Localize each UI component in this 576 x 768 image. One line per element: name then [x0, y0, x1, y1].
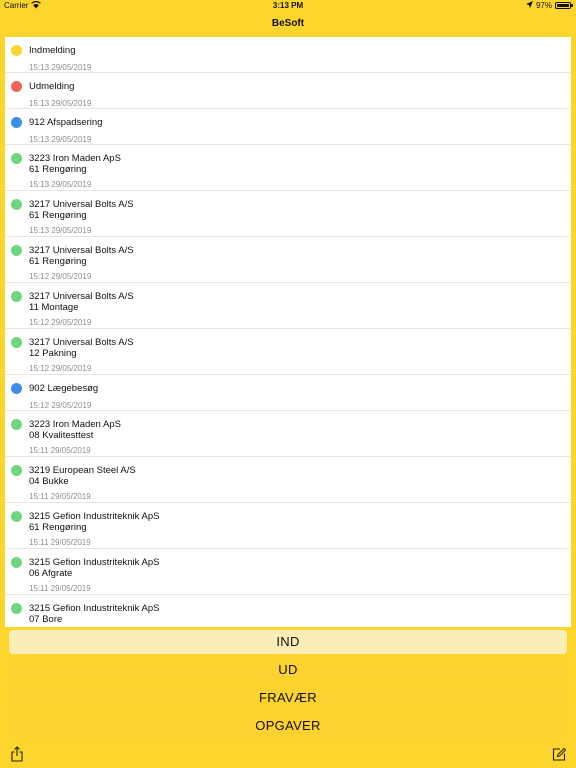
entry-title: 3217 Universal Bolts A/S	[29, 245, 134, 256]
entry-timestamp: 15:12 29/05/2019	[29, 364, 92, 373]
entry-title: 3217 Universal Bolts A/S	[29, 291, 134, 302]
ind-button[interactable]: IND	[9, 630, 567, 654]
list-item[interactable]: 3217 Universal Bolts A/S 12 Pakning 15:12 …	[5, 329, 571, 375]
status-dot-icon	[11, 383, 22, 394]
location-icon	[525, 1, 533, 10]
list-item[interactable]: 3217 Universal Bolts A/S 61 Rengøring 15:1…	[5, 191, 571, 237]
registration-list[interactable]: Indmelding 15:13 29/05/2019 Udmelding 15:13…	[5, 37, 571, 627]
list-item[interactable]: 902 Lægebesøg 15:12 29/05/2019	[5, 375, 571, 411]
status-dot-icon	[11, 245, 22, 256]
entry-subtitle: 11 Montage	[29, 302, 79, 313]
battery-icon	[555, 2, 573, 9]
entry-title: 3215 Gefion Industriteknik ApS	[29, 557, 160, 568]
status-dot-icon	[11, 199, 22, 210]
battery-percent: 97%	[535, 1, 552, 10]
list-item[interactable]: 3217 Universal Bolts A/S 11 Montage 15:12 …	[5, 283, 571, 329]
entry-timestamp: 15:11 29/05/2019	[29, 446, 91, 455]
entry-timestamp: 15:13 29/05/2019	[29, 180, 92, 189]
entry-timestamp: 15:13 29/05/2019	[29, 99, 92, 108]
entry-subtitle: 61 Rengøring	[29, 164, 87, 175]
fravaer-button[interactable]: FRAVÆR	[9, 686, 567, 710]
entry-title: 3217 Universal Bolts A/S	[29, 337, 134, 348]
entry-timestamp: 15:11 29/05/2019	[29, 492, 91, 501]
entry-title: 3223 Iron Maden ApS	[29, 419, 121, 430]
list-item[interactable]: Udmelding 15:13 29/05/2019	[5, 73, 571, 109]
entry-subtitle: 04 Bukke	[29, 476, 69, 487]
status-dot-icon	[11, 419, 22, 430]
status-dot-icon	[11, 117, 22, 128]
compose-icon[interactable]	[552, 746, 567, 762]
entry-timestamp: 15:13 29/05/2019	[29, 63, 92, 72]
status-dot-icon	[11, 45, 22, 56]
entry-timestamp: 15:11 29/05/2019	[29, 584, 91, 593]
entry-subtitle: 08 Kvalitesttest	[29, 430, 94, 441]
entry-title: 3217 Universal Bolts A/S	[29, 199, 134, 210]
list-item[interactable]: Indmelding 15:13 29/05/2019	[5, 37, 571, 73]
status-dot-icon	[11, 291, 22, 302]
list-item[interactable]: 3219 European Steel A/S 04 Bukke 15:11 29/…	[5, 457, 571, 503]
status-dot-icon	[11, 153, 22, 164]
status-dot-icon	[11, 603, 22, 614]
list-item[interactable]: 3217 Universal Bolts A/S 61 Rengøring 15:1…	[5, 237, 571, 283]
list-item[interactable]: 3215 Gefion Industriteknik ApS 06 Afgrate…	[5, 549, 571, 595]
status-dot-icon	[11, 465, 22, 476]
status-right: 97%	[525, 1, 573, 10]
entry-timestamp: 15:13 29/05/2019	[29, 135, 92, 144]
entry-title: 912 Afspadsering	[29, 117, 103, 128]
entry-subtitle: 07 Bore	[29, 614, 63, 625]
status-dot-icon	[11, 557, 22, 568]
status-dot-icon	[11, 81, 22, 92]
entry-timestamp: 15:13 29/05/2019	[29, 226, 92, 235]
entry-title: 3223 Iron Maden ApS	[29, 153, 121, 164]
entry-title: 3219 European Steel A/S	[29, 465, 136, 476]
list-item[interactable]: 3223 Iron Maden ApS 08 Kvalitesttest 15:11…	[5, 411, 571, 457]
share-icon[interactable]	[10, 746, 24, 762]
entry-title: 3215 Gefion Industriteknik ApS	[29, 603, 160, 614]
list-item[interactable]: 3215 Gefion Industriteknik ApS 07 Bore	[5, 595, 571, 627]
entry-subtitle: 61 Rengøring	[29, 522, 87, 533]
entry-timestamp: 15:12 29/05/2019	[29, 318, 92, 327]
entry-subtitle: 61 Rengøring	[29, 256, 87, 267]
page-title: BeSoft	[271, 18, 305, 29]
status-dot-icon	[11, 337, 22, 348]
entry-title: Indmelding	[29, 45, 76, 56]
entry-timestamp: 15:12 29/05/2019	[29, 401, 92, 410]
entry-subtitle: 61 Rengøring	[29, 210, 87, 221]
entry-title: 3215 Gefion Industriteknik ApS	[29, 511, 160, 522]
status-time: 3:13 PM	[272, 1, 304, 10]
entry-title: Udmelding	[29, 81, 75, 92]
entry-title: 902 Lægebesøg	[29, 383, 99, 394]
entry-timestamp: 15:12 29/05/2019	[29, 272, 92, 281]
entry-subtitle: 12 Pakning	[29, 348, 77, 359]
opgaver-button[interactable]: OPGAVER	[9, 714, 567, 738]
status-bar: Carrier 3:13 PM 97%	[0, 0, 576, 12]
ud-button[interactable]: UD	[9, 658, 567, 682]
list-item[interactable]: 3223 Iron Maden ApS 61 Rengøring 15:13 29/…	[5, 145, 571, 191]
entry-subtitle: 06 Afgrate	[29, 568, 73, 579]
list-item[interactable]: 912 Afspadsering 15:13 29/05/2019	[5, 109, 571, 145]
status-dot-icon	[11, 511, 22, 522]
entry-timestamp: 15:11 29/05/2019	[29, 538, 91, 547]
list-item[interactable]: 3215 Gefion Industriteknik ApS 61 Rengøri…	[5, 503, 571, 549]
